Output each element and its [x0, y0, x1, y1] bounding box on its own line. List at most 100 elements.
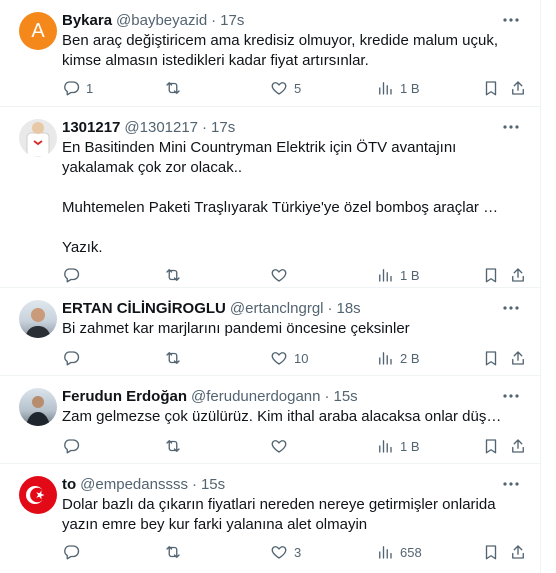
view-count: 1 B	[400, 80, 420, 96]
retweet-button[interactable]	[164, 543, 188, 561]
separator: ·	[324, 387, 330, 405]
analytics-icon	[379, 269, 392, 282]
bookmark-button[interactable]	[482, 349, 500, 367]
avatar-letter: A	[31, 19, 45, 42]
reply-button[interactable]	[62, 543, 86, 561]
reply-icon	[64, 268, 80, 283]
timestamp[interactable]: 15s	[201, 476, 225, 493]
like-button[interactable]	[270, 266, 294, 284]
more-options-icon[interactable]	[500, 12, 522, 28]
timestamp[interactable]: 17s	[211, 119, 235, 136]
display-name[interactable]: to	[62, 476, 76, 493]
analytics-icon	[379, 546, 392, 559]
tweet[interactable]: Ferudun Erdoğan @ferudunerdogann · 15s Z…	[0, 376, 540, 464]
bookmark-button[interactable]	[482, 437, 500, 455]
like-button[interactable]	[270, 437, 294, 455]
timestamp[interactable]: 17s	[220, 12, 244, 29]
turkish-flag-icon	[26, 486, 45, 504]
bookmark-icon	[485, 351, 497, 366]
heart-icon	[271, 352, 287, 365]
display-name[interactable]: Ferudun Erdoğan	[62, 388, 187, 405]
avatar[interactable]: A	[19, 12, 57, 50]
timestamp[interactable]: 15s	[334, 388, 358, 405]
timestamp[interactable]: 18s	[337, 300, 361, 317]
username[interactable]: @baybeyazid	[116, 12, 207, 29]
avatar[interactable]	[19, 388, 57, 426]
analytics-icon	[379, 82, 392, 95]
view-count: 2 B	[400, 350, 420, 366]
like-count: 3	[294, 544, 302, 560]
analytics-icon	[379, 352, 392, 365]
share-icon	[512, 268, 524, 282]
like-count: 10	[294, 350, 309, 366]
tweet-text-paragraph: Yazık.	[62, 239, 103, 256]
avatar-image	[25, 308, 51, 338]
retweet-button[interactable]	[164, 437, 188, 455]
views-button[interactable]: 1 B	[376, 266, 420, 284]
retweet-button[interactable]	[164, 349, 188, 367]
retweet-icon	[166, 440, 180, 452]
view-count: 1 B	[400, 438, 420, 454]
bookmark-button[interactable]	[482, 266, 500, 284]
separator: ·	[211, 11, 217, 29]
timeline: A Bykara @baybeyazid · 17s Ben araç deği…	[0, 0, 541, 573]
heart-icon	[271, 440, 287, 453]
avatar[interactable]	[19, 300, 57, 338]
more-options-icon[interactable]	[500, 388, 522, 404]
like-button[interactable]: 5	[270, 79, 301, 97]
share-button[interactable]	[509, 349, 527, 367]
username[interactable]: @ertanclngrgl	[230, 300, 324, 317]
retweet-button[interactable]	[164, 266, 188, 284]
tweet[interactable]: A Bykara @baybeyazid · 17s Ben araç deği…	[0, 0, 540, 107]
reply-count: 1	[86, 80, 94, 96]
username[interactable]: @1301217	[124, 119, 198, 136]
more-options-icon[interactable]	[500, 300, 522, 316]
share-icon	[512, 545, 524, 559]
display-name[interactable]: ERTAN CİLİNGİROGLU	[62, 300, 226, 317]
retweet-button[interactable]	[164, 79, 188, 97]
like-button[interactable]: 3	[270, 543, 301, 561]
username[interactable]: @empedanssss	[80, 476, 188, 493]
retweet-icon	[166, 352, 180, 364]
bookmark-icon	[485, 268, 497, 283]
avatar[interactable]	[19, 119, 57, 157]
reply-button[interactable]: 1	[62, 79, 93, 97]
views-button[interactable]: 658	[376, 543, 422, 561]
tweet-text-paragraph: Muhtemelen Paketi Traşlıyarak Türkiye'ye…	[62, 199, 502, 216]
separator: ·	[191, 475, 197, 493]
retweet-icon	[166, 82, 180, 94]
display-name[interactable]: Bykara	[62, 12, 112, 29]
views-button[interactable]: 2 B	[376, 349, 420, 367]
tweet-text: Ben araç değiştiricem ama kredisiz olmuy…	[62, 32, 503, 69]
share-button[interactable]	[509, 543, 527, 561]
bookmark-button[interactable]	[482, 79, 500, 97]
heart-icon	[271, 269, 287, 282]
share-button[interactable]	[509, 79, 527, 97]
username[interactable]: @ferudunerdogann	[191, 388, 321, 405]
retweet-icon	[166, 269, 180, 281]
more-options-icon[interactable]	[500, 476, 522, 492]
separator: ·	[202, 118, 208, 136]
more-options-icon[interactable]	[500, 119, 522, 135]
tweet[interactable]: to @empedanssss · 15s Dolar bazlı da çık…	[0, 464, 540, 573]
like-button[interactable]: 10	[270, 349, 308, 367]
share-button[interactable]	[509, 266, 527, 284]
view-count: 1 B	[400, 267, 420, 283]
avatar-image	[26, 122, 50, 157]
display-name[interactable]: 1301217	[62, 119, 120, 136]
avatar-image	[26, 396, 50, 426]
bookmark-button[interactable]	[482, 543, 500, 561]
share-button[interactable]	[509, 437, 527, 455]
reply-icon	[64, 439, 80, 454]
reply-button[interactable]	[62, 349, 86, 367]
tweet[interactable]: 1301217 @1301217 · 17s En Basitinden Min…	[0, 107, 540, 288]
tweet-text: Bi zahmet kar marjlarını pandemi öncesin…	[62, 320, 410, 337]
reply-button[interactable]	[62, 437, 86, 455]
avatar[interactable]	[19, 476, 57, 514]
bookmark-icon	[485, 81, 497, 96]
tweet[interactable]: ERTAN CİLİNGİROGLU @ertanclngrgl · 18s B…	[0, 288, 540, 376]
views-button[interactable]: 1 B	[376, 437, 420, 455]
tweet-text: Dolar bazlı da çıkarın fiyatlari nereden…	[62, 496, 500, 533]
views-button[interactable]: 1 B	[376, 79, 420, 97]
reply-button[interactable]	[62, 266, 86, 284]
